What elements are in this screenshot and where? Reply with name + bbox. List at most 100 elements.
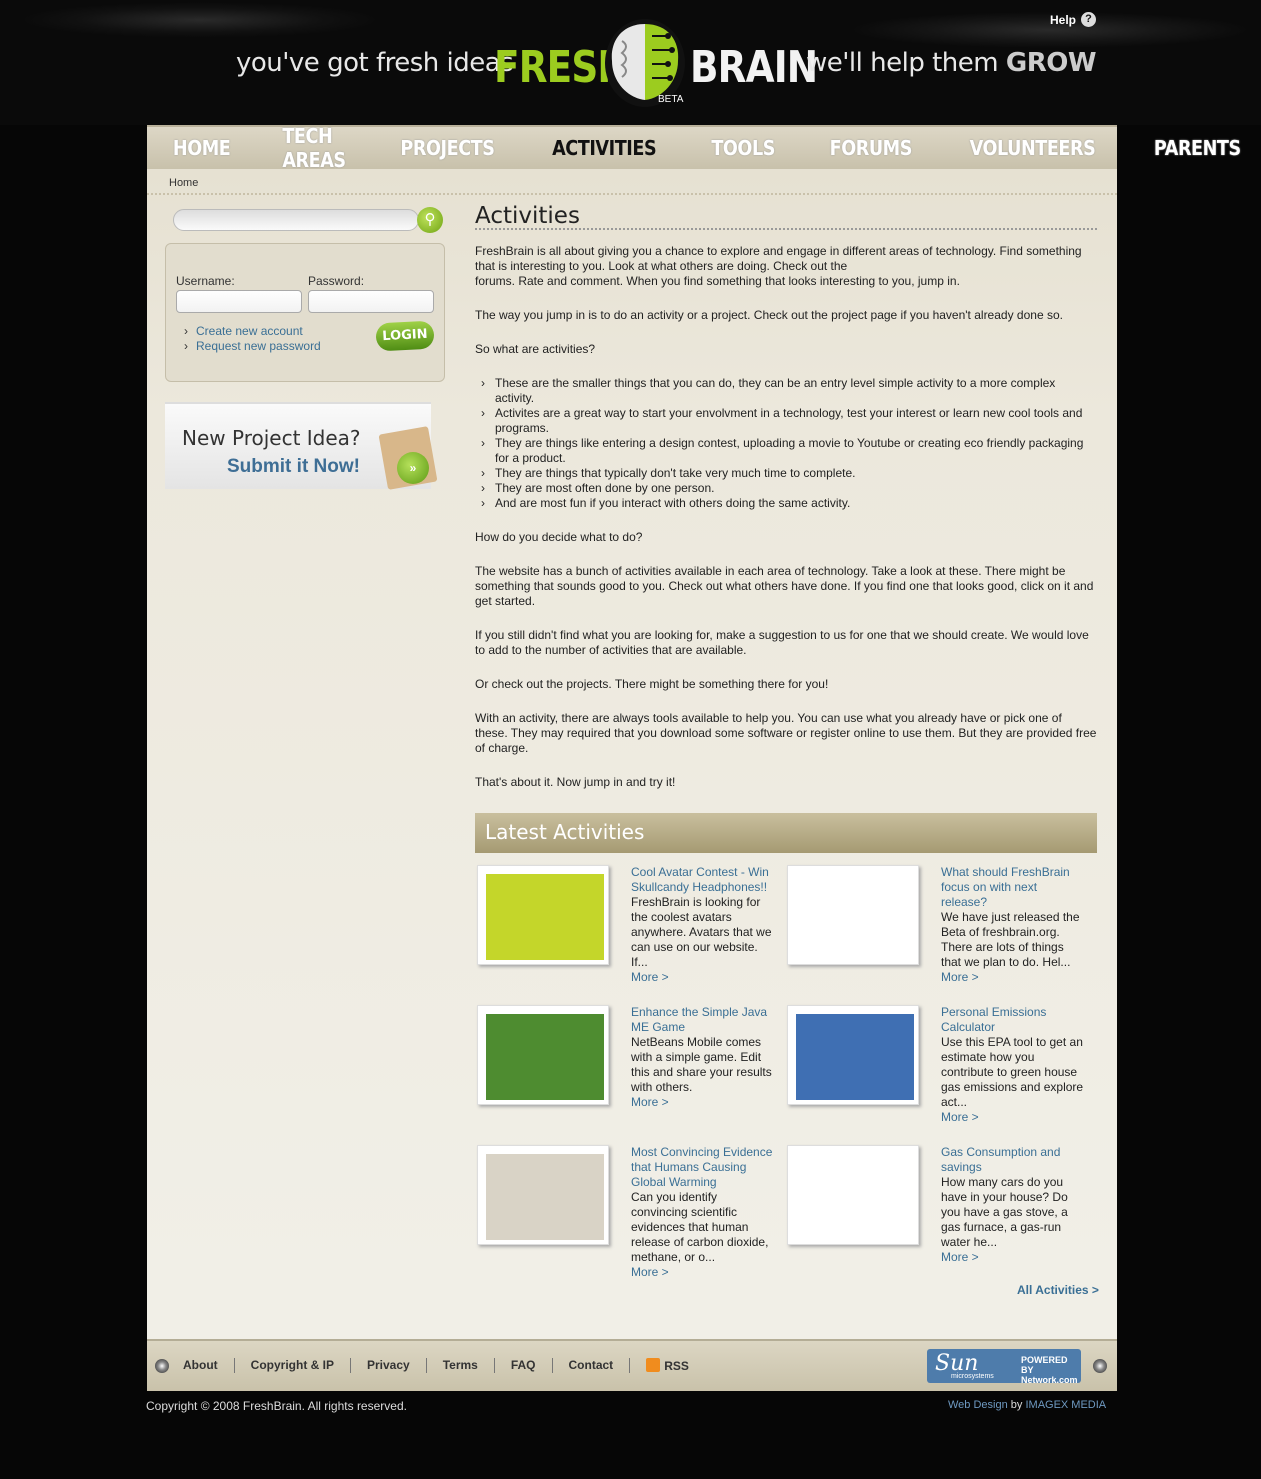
tagline-left: you've got fresh ideas bbox=[236, 48, 514, 78]
footer-faq[interactable]: FAQ bbox=[495, 1358, 553, 1373]
nav-item-forums[interactable]: FORUMS bbox=[829, 136, 912, 160]
latest-activities-header: Latest Activities bbox=[475, 813, 1097, 853]
new-project-idea-banner[interactable]: New Project Idea? Submit it Now! » bbox=[165, 402, 438, 490]
activity-title[interactable]: What should FreshBrain focus on with nex… bbox=[941, 865, 1086, 910]
sun-powered-label: POWERED BY bbox=[1021, 1355, 1068, 1375]
activity-title[interactable]: Enhance the Simple Java ME Game bbox=[631, 1005, 776, 1035]
activity-thumbnail[interactable] bbox=[787, 1145, 919, 1245]
activity-text: Most Convincing Evidence that Humans Cau… bbox=[631, 1145, 776, 1280]
login-links: Create new account Request new password bbox=[184, 324, 321, 354]
footer-privacy[interactable]: Privacy bbox=[351, 1358, 427, 1373]
bullet-item: Activites are a great way to start your … bbox=[481, 406, 1097, 436]
footer-contact[interactable]: Contact bbox=[553, 1358, 631, 1373]
tagline-right-text: we'll help them bbox=[806, 48, 999, 78]
intro-part-2: forums. Rate and comment. When you find … bbox=[475, 274, 960, 288]
bullet-item: They are things like entering a design c… bbox=[481, 436, 1097, 466]
bullet-item: They are things that typically don't tak… bbox=[481, 466, 1097, 481]
help-label: Help bbox=[1050, 12, 1077, 27]
closing-paragraph: That's about it. Now jump in and try it! bbox=[475, 775, 676, 789]
more-link[interactable]: More > bbox=[941, 1110, 1086, 1125]
arrow-go-icon: » bbox=[397, 452, 429, 484]
jump-in-paragraph: The way you jump in is to do an activity… bbox=[475, 308, 1063, 322]
activity-thumbnail[interactable] bbox=[787, 1005, 919, 1105]
more-link[interactable]: More > bbox=[631, 1095, 776, 1110]
beta-badge: BETA bbox=[658, 94, 684, 105]
freshbrain-logo[interactable]: FRESH BRAIN BETA bbox=[494, 16, 818, 111]
nav-item-tech-areas[interactable]: TECH AREAS bbox=[283, 124, 347, 172]
page-content: Activities FreshBrain is all about givin… bbox=[475, 205, 1097, 809]
search-button[interactable]: ⚲ bbox=[417, 207, 443, 233]
activity-text: Personal Emissions Calculator Use this EP… bbox=[941, 1005, 1086, 1125]
suggestion-paragraph: If you still didn't find what you are lo… bbox=[475, 628, 1089, 657]
footer-copyright[interactable]: Copyright & IP bbox=[235, 1358, 351, 1373]
footer-rss[interactable]: RSS bbox=[630, 1358, 705, 1373]
activity-title[interactable]: Most Convincing Evidence that Humans Cau… bbox=[631, 1145, 776, 1190]
create-account-link[interactable]: Create new account bbox=[184, 324, 321, 339]
activity-description: We have just released the Beta of freshb… bbox=[941, 910, 1080, 969]
sun-powered: POWERED BY Network.com bbox=[1021, 1355, 1081, 1385]
activity-bullet-list: These are the smaller things that you ca… bbox=[481, 376, 1097, 511]
decide-paragraph: The website has a bunch of activities av… bbox=[475, 564, 1094, 608]
more-link[interactable]: More > bbox=[631, 1265, 776, 1280]
pixel-game-image bbox=[486, 1014, 604, 1100]
activity-thumbnail[interactable] bbox=[477, 865, 609, 965]
login-button[interactable]: LOGIN bbox=[375, 320, 435, 352]
username-label: Username: bbox=[176, 274, 235, 288]
activity-description: How many cars do you have in your house?… bbox=[941, 1175, 1068, 1249]
intro-paragraph: FreshBrain is all about giving you a cha… bbox=[475, 244, 1097, 289]
more-link[interactable]: More > bbox=[941, 1250, 1086, 1265]
nav-item-volunteers[interactable]: VOLUNTEERS bbox=[970, 136, 1096, 160]
copyright-text: Copyright © 2008 FreshBrain. All rights … bbox=[146, 1399, 407, 1413]
latest-activities-title: Latest Activities bbox=[485, 820, 645, 844]
more-link[interactable]: More > bbox=[941, 970, 1086, 985]
help-icon: ? bbox=[1081, 12, 1097, 27]
activity-title[interactable]: Personal Emissions Calculator bbox=[941, 1005, 1086, 1035]
page-title: Activities bbox=[475, 205, 1097, 230]
footer-about[interactable]: About bbox=[183, 1358, 235, 1373]
idea-submit: Submit it Now! bbox=[227, 456, 360, 477]
activity-title[interactable]: Cool Avatar Contest - Win Skullcandy Hea… bbox=[631, 865, 776, 895]
sun-network-badge[interactable]: Sun microsystems POWERED BY Network.com bbox=[927, 1349, 1081, 1385]
tagline-grow: GROW bbox=[1005, 48, 1097, 78]
site-header: you've got fresh ideas FRESH BRAIN BETA … bbox=[0, 0, 1261, 125]
breadcrumb[interactable]: Home bbox=[169, 177, 198, 189]
web-design-link[interactable]: Web Design bbox=[948, 1399, 1008, 1411]
credit-by: by bbox=[1010, 1399, 1023, 1411]
activity-text: Gas Consumption and savings How many cars… bbox=[941, 1145, 1086, 1265]
newspaper-clippings-image bbox=[486, 1154, 604, 1240]
imagex-link[interactable]: IMAGEX MEDIA bbox=[1025, 1399, 1106, 1411]
bolt-icon bbox=[155, 1359, 169, 1373]
request-password-link[interactable]: Request new password bbox=[184, 339, 321, 354]
activity-description: NetBeans Mobile comes with a simple game… bbox=[631, 1035, 772, 1094]
activity-description: FreshBrain is looking for the coolest av… bbox=[631, 895, 772, 969]
fuel-nozzle-leaf-image bbox=[796, 1154, 914, 1240]
more-link[interactable]: More > bbox=[631, 970, 776, 985]
nav-item-activities[interactable]: ACTIVITIES bbox=[552, 136, 657, 160]
breadcrumb-divider bbox=[147, 193, 1117, 195]
bullet-item: And are most fun if you interact with ot… bbox=[481, 496, 1097, 511]
girl-thinking-image bbox=[796, 874, 914, 960]
activity-text: Enhance the Simple Java ME Game NetBeans … bbox=[631, 1005, 776, 1110]
main-nav: HOME TECH AREAS PROJECTS ACTIVITIES TOOLS FOR… bbox=[147, 124, 1241, 172]
bullet-item: These are the smaller things that you ca… bbox=[481, 376, 1097, 406]
all-activities-link[interactable]: All Activities > bbox=[1017, 1283, 1099, 1297]
projects-paragraph: Or check out the projects. There might b… bbox=[475, 677, 829, 691]
password-field[interactable] bbox=[308, 290, 434, 313]
activity-thumbnail[interactable] bbox=[477, 1005, 609, 1105]
nav-item-tools[interactable]: TOOLS bbox=[712, 136, 776, 160]
logo-brain-text: BRAIN bbox=[690, 42, 818, 93]
activity-thumbnail[interactable] bbox=[787, 865, 919, 965]
search-input[interactable] bbox=[173, 209, 419, 231]
nav-item-projects[interactable]: PROJECTS bbox=[401, 136, 496, 160]
tools-paragraph: With an activity, there are always tools… bbox=[475, 711, 1097, 755]
help-link[interactable]: Help ? bbox=[1050, 12, 1097, 27]
intro-part-1: FreshBrain is all about giving you a cha… bbox=[475, 244, 1082, 273]
activity-description: Use this EPA tool to get an estimate how… bbox=[941, 1035, 1084, 1109]
activity-thumbnail[interactable] bbox=[477, 1145, 609, 1245]
nav-item-parents[interactable]: PARENTS bbox=[1154, 136, 1241, 160]
username-field[interactable] bbox=[176, 290, 302, 313]
footer-terms[interactable]: Terms bbox=[427, 1358, 495, 1373]
nav-item-home[interactable]: HOME bbox=[173, 136, 231, 160]
activity-title[interactable]: Gas Consumption and savings bbox=[941, 1145, 1086, 1175]
footer-links: About Copyright & IP Privacy Terms FAQ C… bbox=[183, 1358, 705, 1373]
